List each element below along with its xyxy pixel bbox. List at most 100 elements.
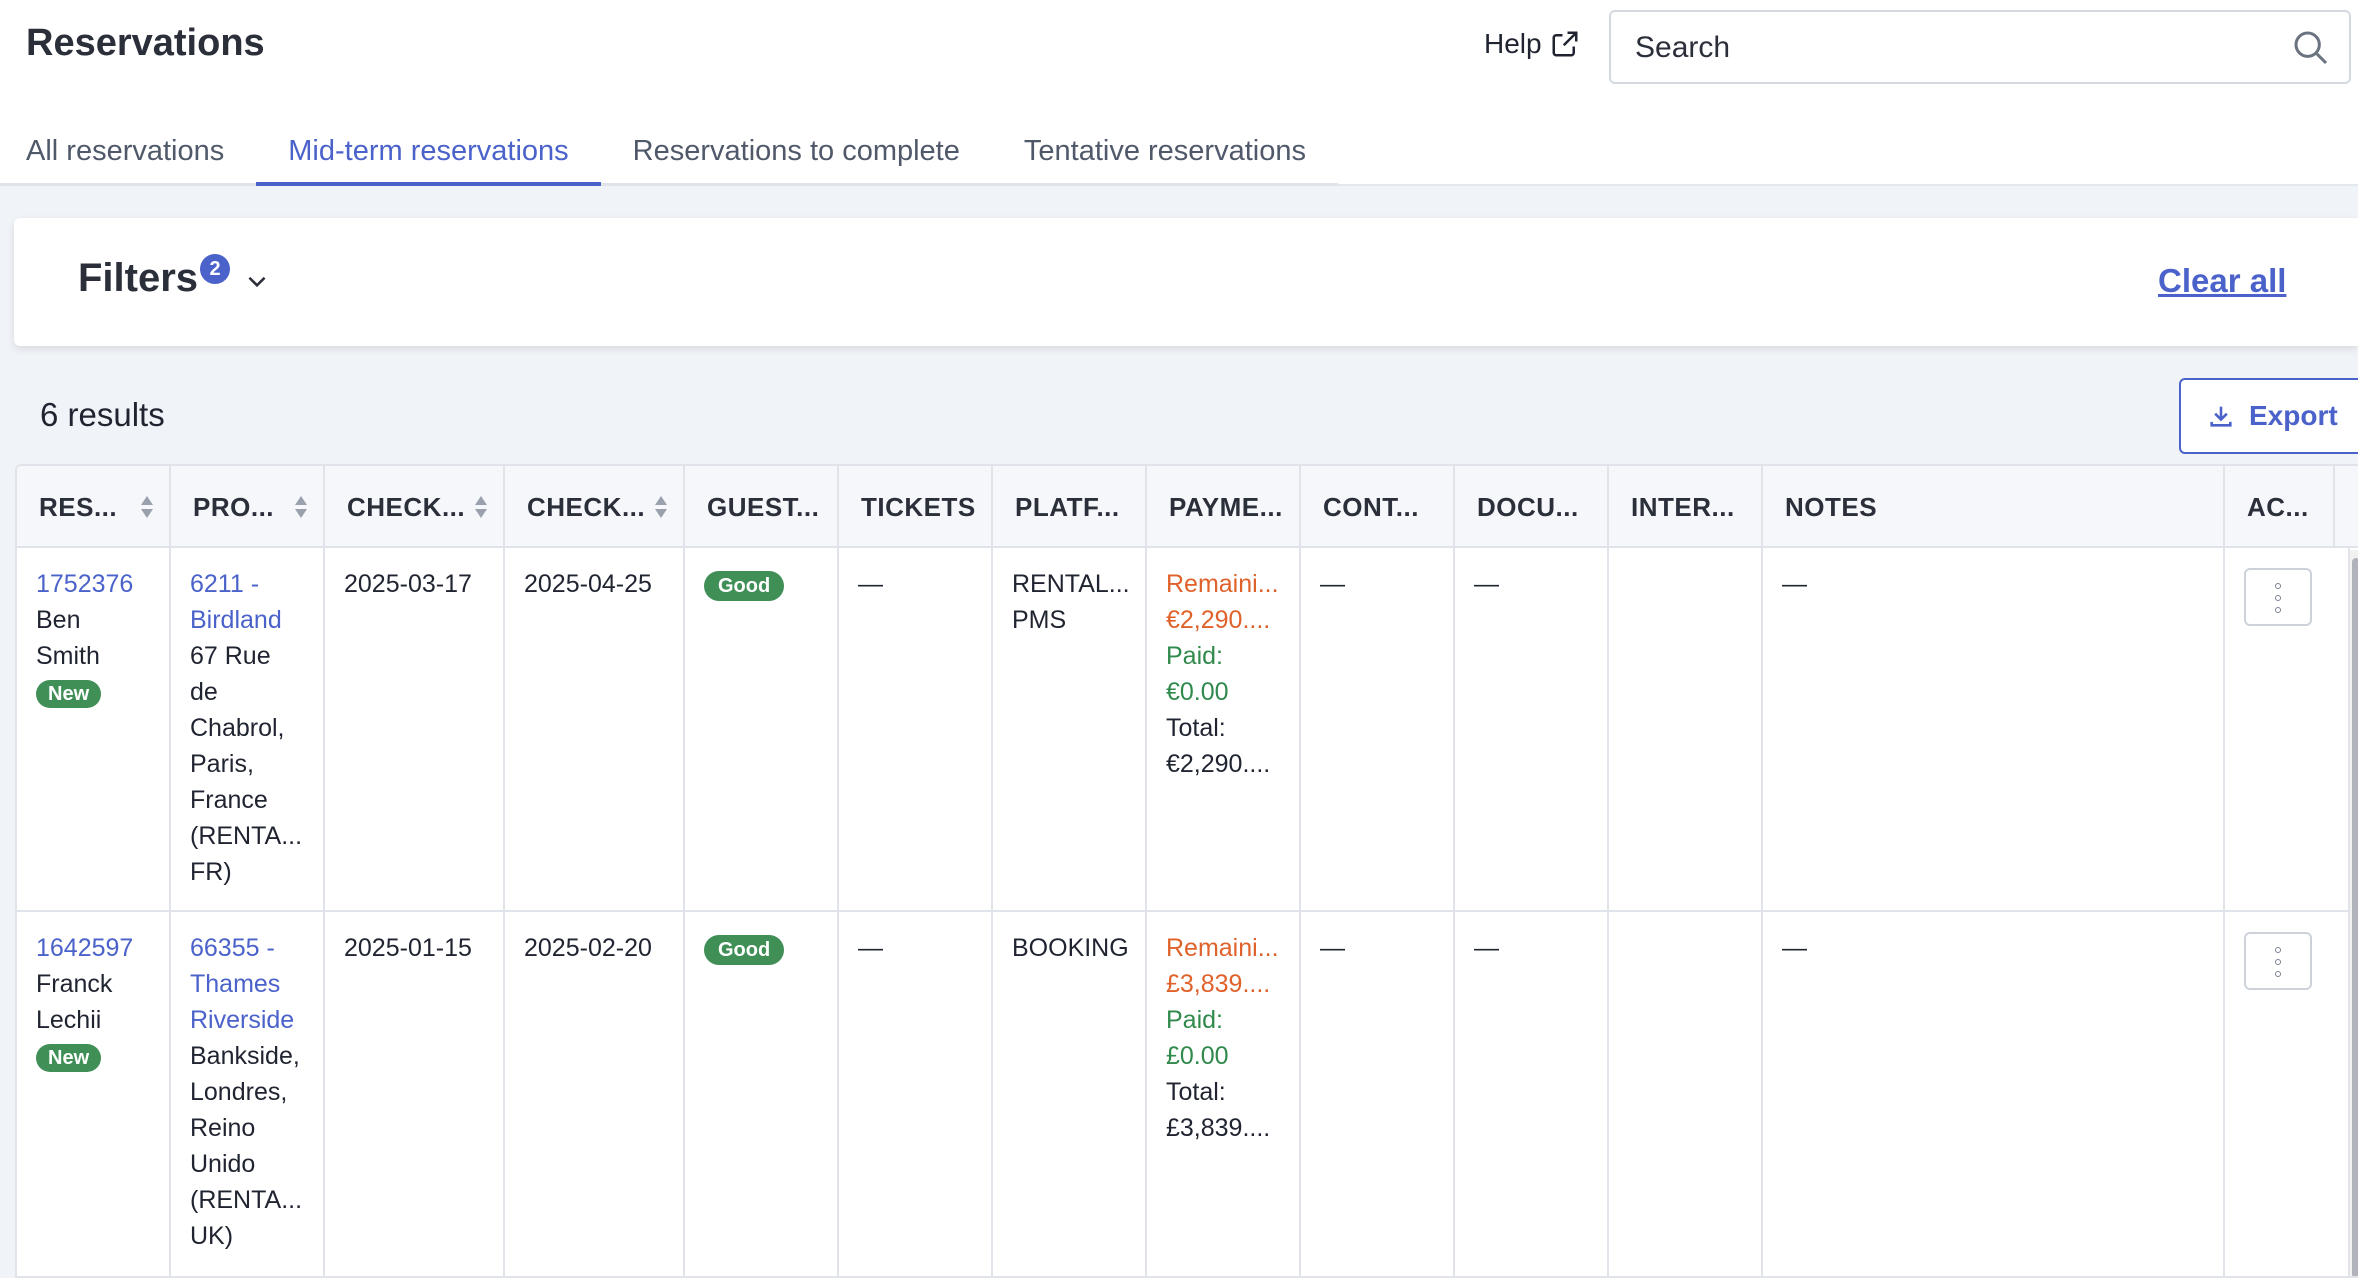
cell-platform: RENTAL... PMS	[993, 548, 1147, 910]
cell-tickets: —	[839, 912, 993, 1276]
address-line: Chabrol,	[190, 714, 285, 742]
property-link-line: 66355 -	[190, 934, 275, 962]
guest-rating-badge: Good	[704, 571, 785, 601]
tab-tentative-reservations[interactable]: Tentative reservations	[991, 120, 1338, 186]
cell-property: 66355 - Thames Riverside Bankside, Londr…	[171, 912, 325, 1276]
property-link-line: 6211 -	[190, 570, 260, 598]
guest-first-name: Ben	[36, 606, 81, 634]
column-label: CHECK...	[347, 491, 466, 522]
payment-remaining-label: Remaini...	[1166, 570, 1279, 598]
kebab-dot	[2275, 583, 2281, 589]
cell-actions	[2225, 912, 2350, 1276]
filters-toggle[interactable]: Filters 2	[78, 254, 270, 301]
platform-line: BOOKING	[1012, 934, 1129, 962]
search-input[interactable]	[1635, 26, 2275, 70]
row-actions-button[interactable]	[2244, 932, 2312, 990]
cell-guest: Good	[685, 548, 839, 910]
cell-notes: —	[1763, 912, 2225, 1276]
payment-remaining-value: £3,839....	[1166, 970, 1271, 998]
column-header-platform: PLATF...	[993, 466, 1147, 548]
cell-documents: —	[1455, 912, 1609, 1276]
row-actions-button[interactable]	[2244, 568, 2312, 626]
help-link[interactable]: Help	[1484, 28, 1580, 60]
address-line: Londres,	[190, 1078, 288, 1106]
cell-notes: —	[1763, 548, 2225, 910]
address-line: FR)	[190, 858, 232, 886]
cell-actions	[2225, 548, 2350, 910]
clear-all-link[interactable]: Clear all	[2158, 262, 2286, 300]
address-line: Unido	[190, 1150, 256, 1178]
property-link-line: Thames	[190, 970, 281, 998]
column-header-notes: NOTES	[1763, 466, 2225, 548]
payment-paid-value: €0.00	[1166, 678, 1229, 706]
column-header-checkout[interactable]: CHECK...	[505, 466, 685, 548]
platform-line: PMS	[1012, 606, 1067, 634]
payment-remaining-value: €2,290....	[1166, 606, 1271, 634]
column-label: CHECK...	[527, 491, 646, 522]
sort-icon	[655, 496, 667, 518]
tab-bar: All reservations Mid-term reservations R…	[0, 120, 1338, 186]
cell-reservation: 1642597 Franck Lechii New	[17, 912, 171, 1276]
payment-remaining-label: Remaini...	[1166, 934, 1279, 962]
cell-internal	[1609, 912, 1763, 1276]
column-header-contacts: CONT...	[1301, 466, 1455, 548]
cell-checkout: 2025-02-20	[505, 912, 685, 1276]
column-header-guest: GUEST...	[685, 466, 839, 548]
results-count: 6 results	[40, 396, 165, 433]
kebab-dot	[2275, 947, 2281, 953]
column-header-checkin[interactable]: CHECK...	[325, 466, 505, 548]
reservation-id-link[interactable]: 1642597	[36, 930, 153, 966]
external-link-icon	[1552, 31, 1578, 57]
scrollbar-thumb[interactable]	[2352, 558, 2358, 1276]
platform-line: RENTAL...	[1012, 570, 1130, 598]
payment-paid-label: Paid:	[1166, 1006, 1223, 1034]
tab-all-reservations[interactable]: All reservations	[0, 120, 257, 186]
reservation-id-link[interactable]: 1752376	[36, 566, 153, 602]
cell-contacts: —	[1301, 548, 1455, 910]
filters-panel: Filters 2	[14, 218, 2358, 346]
column-header-payment: PAYME...	[1147, 466, 1301, 548]
guest-rating-badge: Good	[704, 935, 785, 965]
sort-icon	[295, 496, 307, 518]
kebab-dot	[2275, 971, 2281, 977]
table-row: 1752376 Ben Smith New 6211 - Birdland 67…	[17, 548, 2358, 912]
column-label: PRO...	[193, 491, 275, 522]
status-badge: New	[36, 1044, 102, 1072]
column-header-internal: INTER...	[1609, 466, 1763, 548]
address-line: (RENTA...	[190, 1186, 303, 1214]
kebab-dot	[2275, 607, 2281, 613]
cell-documents: —	[1455, 548, 1609, 910]
property-link[interactable]: 66355 - Thames Riverside	[190, 930, 307, 1038]
page-title: Reservations	[26, 22, 265, 64]
cell-checkout: 2025-04-25	[505, 548, 685, 910]
guest-last-name: Smith	[36, 642, 100, 670]
status-badge: New	[36, 680, 102, 708]
tab-reservations-to-complete[interactable]: Reservations to complete	[600, 120, 992, 186]
filters-count-badge: 2	[200, 254, 231, 284]
cell-checkin: 2025-01-15	[325, 912, 505, 1276]
address-line: de	[190, 678, 218, 706]
cell-internal	[1609, 548, 1763, 910]
table-header: RES... PRO... CHECK... CHECK... GUEST...…	[17, 466, 2358, 548]
guest-first-name: Franck	[36, 970, 113, 998]
export-button[interactable]: Export	[2179, 378, 2358, 454]
cell-tickets: —	[839, 548, 993, 910]
table-row: 1642597 Franck Lechii New 66355 - Thames…	[17, 912, 2358, 1276]
kebab-dot	[2275, 595, 2281, 601]
column-header-property[interactable]: PRO...	[171, 466, 325, 548]
column-header-reservation[interactable]: RES...	[17, 466, 171, 548]
address-line: Paris,	[190, 750, 254, 778]
guest-last-name: Lechii	[36, 1006, 102, 1034]
cell-payment: Remaini... €2,290.... Paid: €0.00 Total:…	[1147, 548, 1301, 910]
property-link[interactable]: 6211 - Birdland	[190, 566, 307, 638]
column-header-documents: DOCU...	[1455, 466, 1609, 548]
column-label: RES...	[39, 491, 118, 522]
address-line: France	[190, 786, 268, 814]
cell-platform: BOOKING	[993, 912, 1147, 1276]
column-header-actions: AC...	[2225, 466, 2335, 548]
address-line: Reino	[190, 1114, 256, 1142]
payment-total-value: €2,290....	[1166, 750, 1271, 778]
tab-mid-term-reservations[interactable]: Mid-term reservations	[256, 120, 601, 186]
address-line: Bankside,	[190, 1042, 300, 1070]
search-icon[interactable]	[2291, 28, 2331, 68]
